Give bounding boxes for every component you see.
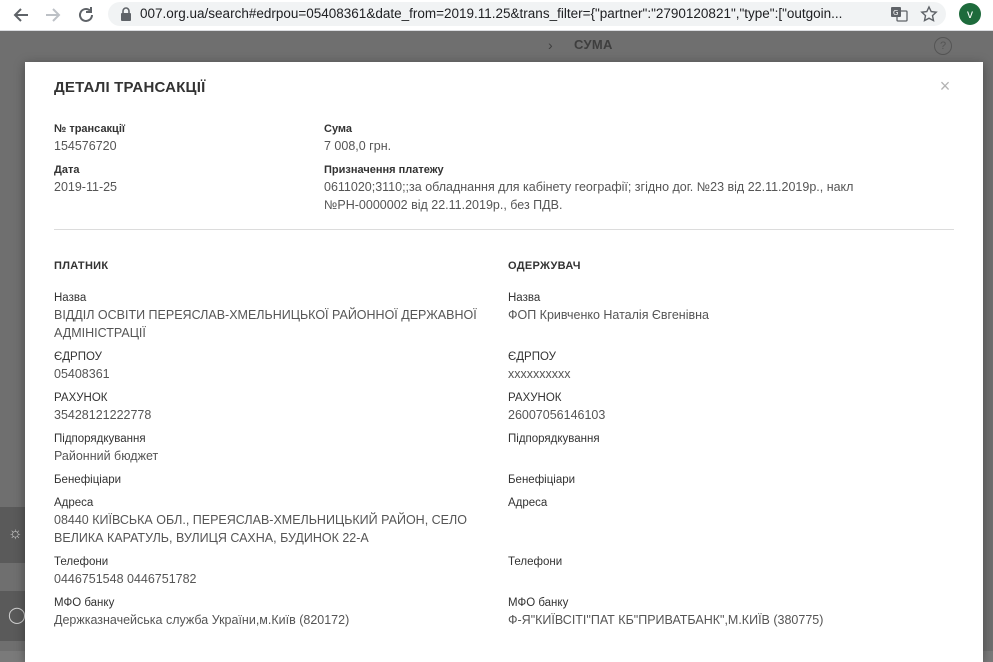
payer-edrpou-value: 05408361 bbox=[54, 367, 110, 381]
purpose-line-2: №РН-0000002 від 22.11.2019р., без ПДВ. bbox=[324, 198, 563, 212]
url-text[interactable]: 007.org.ua/search#edrpou=05408361&date_f… bbox=[140, 6, 880, 24]
lock-icon bbox=[121, 7, 131, 21]
transaction-no-label: № трансакції bbox=[54, 123, 125, 135]
help-circle-icon: ◯ bbox=[8, 607, 26, 624]
sum-value: 7 008,0 грн. bbox=[324, 139, 392, 153]
payer-mfo-value: Держказначейська служба України,м.Київ (… bbox=[54, 613, 350, 627]
payer-address-label: Адреса bbox=[54, 497, 94, 509]
divider bbox=[54, 229, 954, 230]
forward-arrow-icon[interactable] bbox=[42, 4, 64, 26]
recipient-mfo-value: Ф-Я"КИЇВСІТІ"ПАТ КБ"ПРИВАТБАНК",М.КИЇВ (… bbox=[508, 613, 824, 627]
sun-icon: ☼ bbox=[8, 525, 23, 542]
modal-title: ДЕТАЛІ ТРАНСАКЦІЇ bbox=[54, 79, 206, 96]
profile-avatar[interactable]: v bbox=[959, 3, 981, 25]
browser-toolbar: 007.org.ua/search#edrpou=05408361&date_f… bbox=[0, 0, 993, 31]
payer-subordination-label: Підпорядкування bbox=[54, 433, 146, 445]
payer-name-line-1: ВІДДІЛ ОСВІТИ ПЕРЕЯСЛАВ-ХМЕЛЬНИЦЬКОЇ РАЙ… bbox=[54, 308, 477, 322]
payer-phones-value: 0446751548 0446751782 bbox=[54, 572, 197, 586]
help-icon: ? bbox=[934, 37, 952, 55]
purpose-line-1: 0611020;3110;;за обладнання для кабінету… bbox=[324, 180, 854, 194]
payer-account-label: РАХУНОК bbox=[54, 392, 108, 404]
recipient-beneficiaries-label: Бенефіціари bbox=[508, 474, 576, 486]
column-header-sum: СУМА bbox=[574, 37, 613, 52]
purpose-label: Призначення платежу bbox=[324, 164, 444, 176]
sidebar-block: ☼ bbox=[0, 507, 26, 563]
transaction-no-value: 154576720 bbox=[54, 139, 117, 153]
recipient-name-value: ФОП Кривченко Наталія Євгенівна bbox=[508, 308, 709, 322]
svg-text:G: G bbox=[893, 9, 898, 17]
sidebar-block: ◯ bbox=[0, 591, 26, 641]
payer-address-line-2: ВЕЛИКА КАРАТУЛЬ, ВУЛИЦЯ САХНА, БУДИНОК 2… bbox=[54, 531, 369, 545]
date-value: 2019-11-25 bbox=[54, 180, 118, 194]
recipient-phones-label: Телефони bbox=[508, 556, 563, 568]
address-bar[interactable]: 007.org.ua/search#edrpou=05408361&date_f… bbox=[108, 2, 946, 26]
translate-icon[interactable]: G bbox=[890, 5, 908, 23]
payer-subordination-value: Районний бюджет bbox=[54, 449, 159, 463]
recipient-edrpou-label: ЄДРПОУ bbox=[508, 351, 556, 363]
payer-edrpou-label: ЄДРПОУ bbox=[54, 351, 102, 363]
payer-address-line-1: 08440 КИЇВСЬКА ОБЛ., ПЕРЕЯСЛАВ-ХМЕЛЬНИЦЬ… bbox=[54, 513, 467, 527]
recipient-account-label: РАХУНОК bbox=[508, 392, 562, 404]
payer-name-label: Назва bbox=[54, 292, 87, 304]
payer-mfo-label: МФО банку bbox=[54, 597, 115, 609]
chevron-right-icon: › bbox=[548, 37, 553, 53]
transaction-details-modal: ДЕТАЛІ ТРАНСАКЦІЇ × № трансакції 1545767… bbox=[25, 62, 983, 662]
recipient-mfo-label: МФО банку bbox=[508, 597, 569, 609]
date-label: Дата bbox=[54, 164, 80, 176]
recipient-account-value: 26007056146103 bbox=[508, 408, 606, 422]
recipient-edrpou-value: xxxxxxxxxx bbox=[508, 367, 571, 381]
bookmark-star-icon[interactable] bbox=[920, 5, 938, 23]
payer-beneficiaries-label: Бенефіціари bbox=[54, 474, 122, 486]
reload-icon[interactable] bbox=[75, 4, 97, 26]
recipient-subordination-label: Підпорядкування bbox=[508, 433, 600, 445]
payer-account-value: 35428121222778 bbox=[54, 408, 152, 422]
recipient-address-label: Адреса bbox=[508, 497, 548, 509]
back-arrow-icon[interactable] bbox=[10, 4, 32, 26]
payer-phones-label: Телефони bbox=[54, 556, 109, 568]
sum-label: Сума bbox=[324, 123, 353, 135]
recipient-section-title: ОДЕРЖУВАЧ bbox=[508, 260, 581, 272]
recipient-name-label: Назва bbox=[508, 292, 541, 304]
payer-section-title: ПЛАТНИК bbox=[54, 260, 109, 272]
payer-name-line-2: АДМІНІСТРАЦІЇ bbox=[54, 326, 146, 340]
close-icon[interactable]: × bbox=[938, 77, 952, 95]
